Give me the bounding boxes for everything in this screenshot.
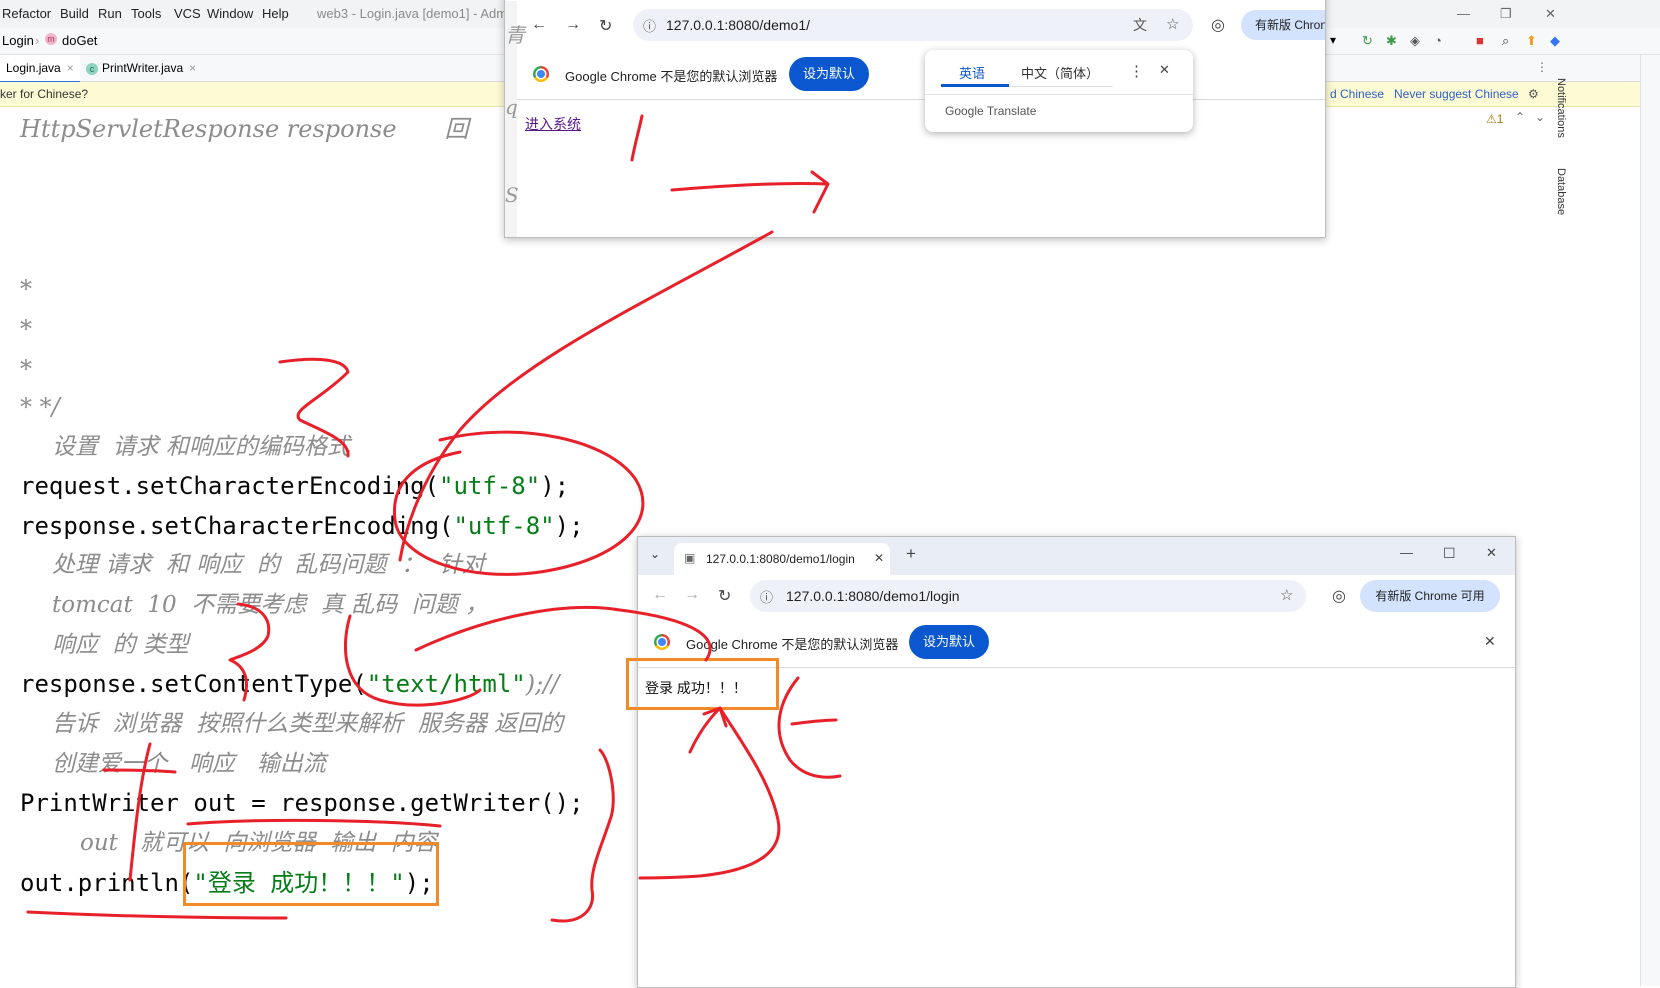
annotation-layer (26, 114, 842, 923)
annotation-stroke (392, 430, 645, 576)
annotation-stroke (102, 768, 177, 774)
annotation-stroke (777, 676, 842, 779)
annotation-stroke (414, 605, 712, 662)
annotation-stroke (228, 602, 271, 702)
annotation-stroke (186, 818, 442, 828)
annotation-stroke (790, 718, 838, 726)
annotation-stroke (550, 748, 615, 923)
annotation-stroke (398, 230, 774, 562)
annotation-stroke (26, 910, 288, 920)
annotation-stroke (343, 614, 482, 707)
annotation-stroke (278, 357, 350, 458)
annotation-stroke (128, 742, 152, 882)
annotation-stroke (630, 114, 644, 162)
annotation-stroke (670, 181, 828, 192)
annotation-stroke (810, 170, 830, 214)
annotation-stroke (638, 706, 781, 880)
